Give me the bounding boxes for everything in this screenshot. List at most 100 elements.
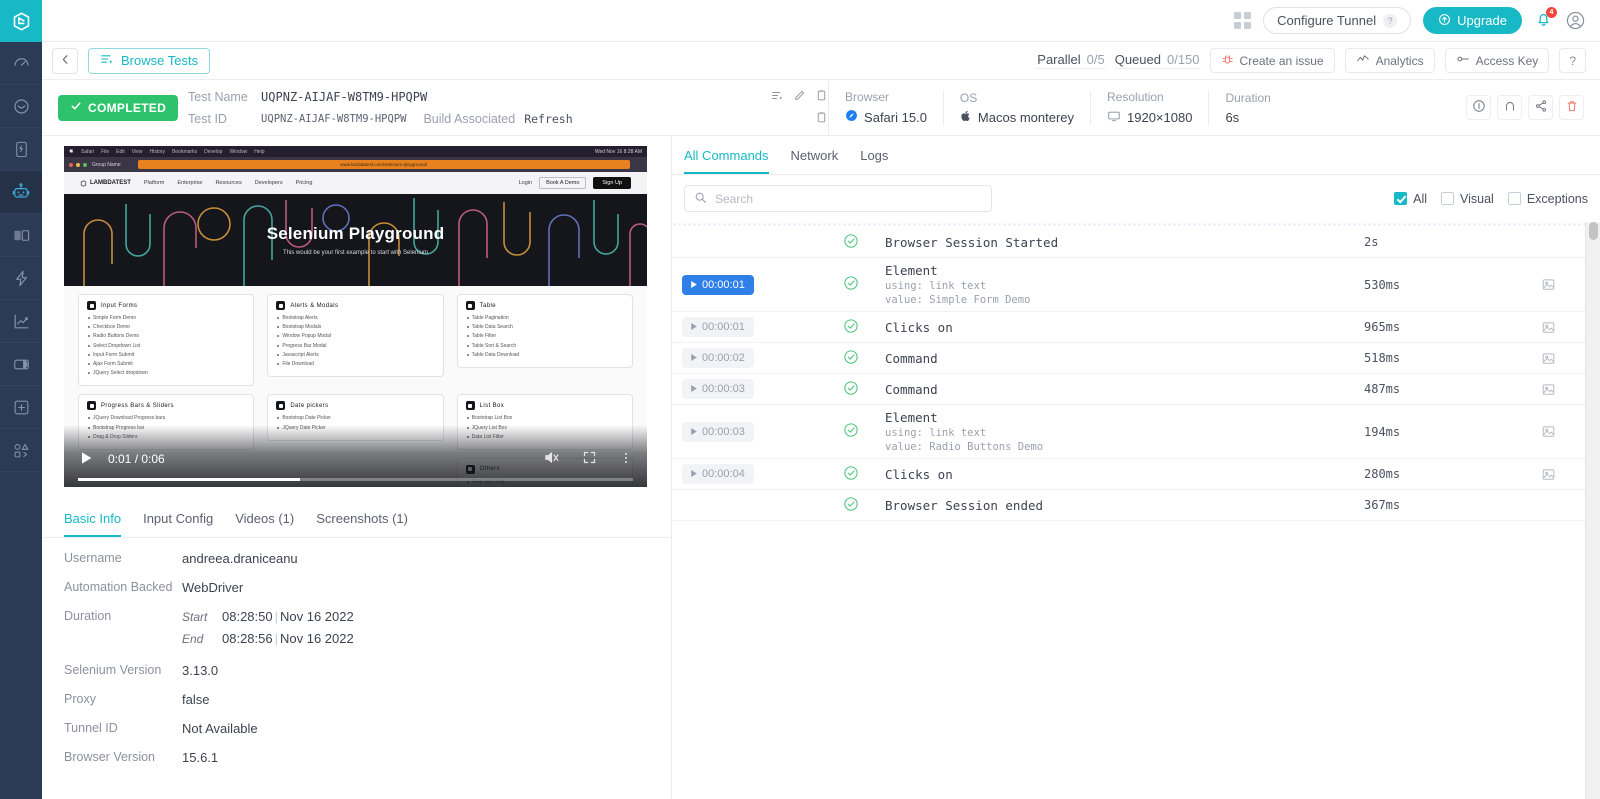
- sidebar-item-test-manager[interactable]: [0, 343, 42, 386]
- command-time-cell: 00:00:04: [672, 464, 817, 484]
- table-row[interactable]: 00:00:01 Element using: [672, 258, 1600, 312]
- command-time-chip[interactable]: 00:00:03: [682, 379, 754, 399]
- sidebar-item-smart-visual[interactable]: [0, 214, 42, 257]
- apps-grid-icon[interactable]: [1234, 12, 1251, 29]
- user-avatar[interactable]: [1565, 10, 1586, 31]
- tab-screenshots[interactable]: Screenshots (1): [316, 501, 408, 537]
- table-row[interactable]: 00:00:03 Element using: [672, 405, 1600, 459]
- robot-icon: [11, 182, 31, 202]
- filter-visual[interactable]: Visual: [1441, 192, 1494, 206]
- table-row[interactable]: 00:00:04 Clicks on: [672, 459, 1600, 490]
- tab-logs[interactable]: Logs: [860, 136, 888, 174]
- test-magnet-button[interactable]: [1497, 95, 1522, 120]
- checkbox-visual[interactable]: [1441, 192, 1454, 205]
- tab-basic-info[interactable]: Basic Info: [64, 501, 121, 537]
- table-row[interactable]: Browser Session Started 2s: [672, 227, 1600, 258]
- search-input[interactable]: [715, 192, 982, 206]
- kebab-menu-icon[interactable]: [619, 451, 633, 468]
- sidebar-item-app-testing[interactable]: [0, 128, 42, 171]
- command-time-chip[interactable]: 00:00:02: [682, 348, 754, 368]
- commands-list[interactable]: Browser Session Started 2s 00:00:01: [672, 222, 1600, 799]
- tab-all-commands[interactable]: All Commands: [684, 136, 769, 174]
- filter-exceptions[interactable]: Exceptions: [1508, 192, 1588, 206]
- success-check-icon: [843, 496, 859, 515]
- screenshot-icon[interactable]: [1539, 318, 1558, 337]
- help-button[interactable]: ?: [1559, 48, 1586, 73]
- command-name-cell: Command: [885, 351, 1346, 366]
- screenshot-icon[interactable]: [1539, 465, 1558, 484]
- search-box[interactable]: [684, 185, 992, 212]
- sidebar-item-more[interactable]: [0, 429, 42, 472]
- rerun-icon[interactable]: [771, 89, 784, 105]
- status-badge: COMPLETED: [58, 95, 178, 121]
- command-time-chip[interactable]: 00:00:01: [682, 317, 754, 337]
- screenshot-icon[interactable]: [1539, 275, 1558, 294]
- checkbox-exceptions[interactable]: [1508, 192, 1521, 205]
- command-time-chip[interactable]: 00:00:03: [682, 422, 754, 442]
- command-duration: 530ms: [1346, 278, 1496, 292]
- info-row-duration: Duration Start 08:28:50|Nov 16 2022 End: [64, 604, 649, 658]
- back-button[interactable]: [52, 48, 78, 74]
- success-check-icon: [843, 380, 859, 399]
- browser-url-bar: www.lambdatest.com/selenium-playground/: [138, 160, 630, 169]
- notifications-button[interactable]: 4: [1534, 10, 1553, 32]
- sidebar-item-realtime[interactable]: [0, 85, 42, 128]
- sidebar-item-dashboard[interactable]: [0, 42, 42, 85]
- filter-all[interactable]: All: [1394, 192, 1427, 206]
- delete-icon: [1565, 99, 1579, 116]
- app-logo[interactable]: [0, 0, 42, 42]
- card-item: Select Dropdown List: [93, 343, 245, 349]
- test-info-button[interactable]: [1466, 95, 1491, 120]
- screenshot-icon[interactable]: [1539, 349, 1558, 368]
- detail-tabs: Basic Info Input Config Videos (1) Scree…: [42, 501, 671, 538]
- sidebar-item-hyperexecute[interactable]: [0, 257, 42, 300]
- test-share-button[interactable]: [1528, 95, 1553, 120]
- video-progress-bar[interactable]: [78, 478, 633, 481]
- sidebar-item-automation[interactable]: [0, 171, 42, 214]
- clock-icon: [12, 97, 31, 116]
- command-duration: 965ms: [1346, 320, 1496, 334]
- parallel-label: Parallel: [1037, 52, 1080, 67]
- copy-test-id-icon[interactable]: [815, 111, 828, 127]
- access-key-button[interactable]: Access Key: [1445, 48, 1550, 73]
- configure-tunnel-help-icon[interactable]: ?: [1383, 14, 1397, 28]
- left-pane: Safari File Edit View History Bookmarks …: [42, 136, 672, 799]
- table-row[interactable]: 00:00:02 Command: [672, 343, 1600, 374]
- edit-icon[interactable]: [793, 89, 806, 105]
- copy-test-name-icon[interactable]: [815, 89, 828, 105]
- resolution-value-wrap: 1920×1080: [1107, 109, 1192, 126]
- upgrade-button[interactable]: Upgrade: [1423, 7, 1522, 34]
- browse-tests-button[interactable]: Browse Tests: [88, 48, 210, 74]
- checkbox-all[interactable]: [1394, 192, 1407, 205]
- command-duration: 487ms: [1346, 382, 1496, 396]
- tab-network[interactable]: Network: [791, 136, 839, 174]
- command-time-chip[interactable]: 00:00:01: [682, 275, 754, 295]
- sidebar-item-analytics[interactable]: [0, 300, 42, 343]
- screenshot-icon[interactable]: [1539, 422, 1558, 441]
- commands-scrollbar[interactable]: [1585, 222, 1600, 799]
- card-header: Input Forms: [87, 301, 245, 310]
- meta-col-duration: Duration 6s: [1209, 91, 1303, 125]
- fullscreen-icon[interactable]: [582, 450, 597, 468]
- table-row[interactable]: Browser Session ended 367ms: [672, 490, 1600, 521]
- info-value: 15.6.1: [182, 750, 218, 765]
- os-value-wrap: Macos monterey: [960, 110, 1074, 125]
- create-issue-button[interactable]: Create an issue: [1210, 48, 1335, 73]
- command-time-chip[interactable]: 00:00:04: [682, 464, 754, 484]
- table-row[interactable]: 00:00:01 Clicks on: [672, 312, 1600, 343]
- hero-subtitle: This would be your first example to star…: [283, 250, 428, 256]
- configure-tunnel-button[interactable]: Configure Tunnel ?: [1263, 7, 1411, 34]
- table-row[interactable]: 00:00:03 Command: [672, 374, 1600, 405]
- meta-col-browser: Browser Safari 15.0: [829, 90, 944, 125]
- screenshot-icon[interactable]: [1539, 380, 1558, 399]
- scrollbar-thumb[interactable]: [1589, 222, 1598, 240]
- muted-icon[interactable]: [543, 449, 560, 469]
- analytics-button[interactable]: Analytics: [1345, 48, 1435, 73]
- tab-videos[interactable]: Videos (1): [235, 501, 294, 537]
- tab-input-config[interactable]: Input Config: [143, 501, 213, 537]
- analytics-label: Analytics: [1376, 54, 1424, 68]
- test-video-player[interactable]: Safari File Edit View History Bookmarks …: [64, 146, 647, 487]
- play-icon[interactable]: [78, 450, 94, 469]
- sidebar-item-integrations[interactable]: [0, 386, 42, 429]
- test-delete-button[interactable]: [1559, 95, 1584, 120]
